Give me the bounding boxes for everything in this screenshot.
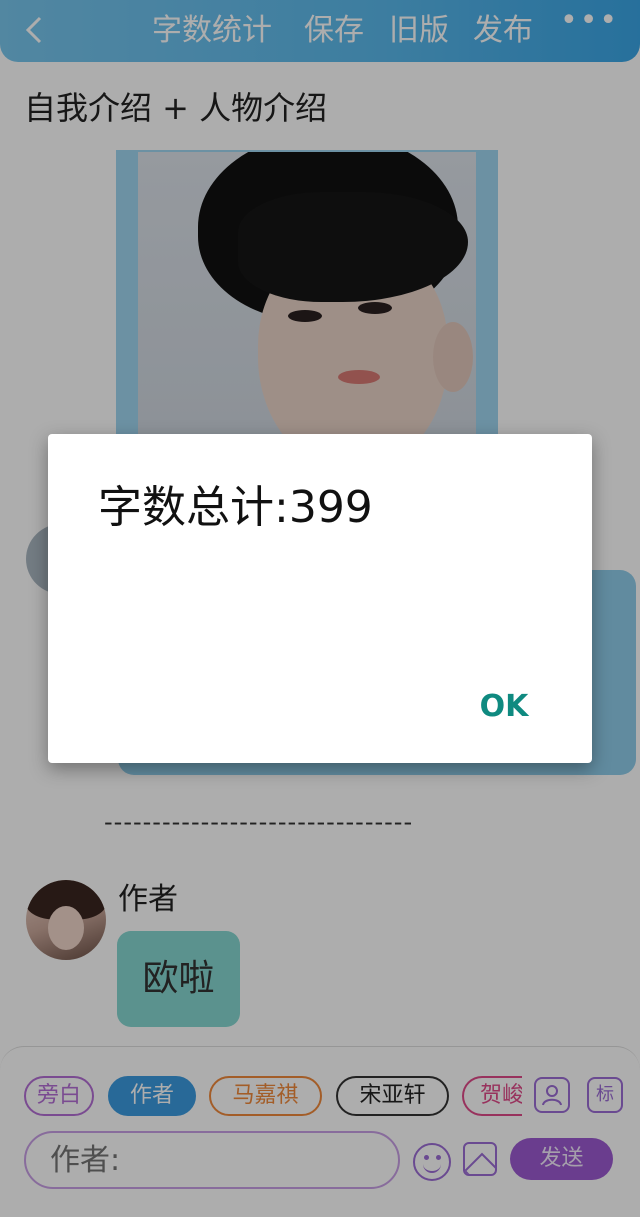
dialog-message: 字数总计:399 bbox=[98, 482, 373, 533]
ok-button[interactable]: OK bbox=[468, 682, 540, 732]
word-count-dialog: 字数总计:399 OK bbox=[48, 434, 592, 763]
